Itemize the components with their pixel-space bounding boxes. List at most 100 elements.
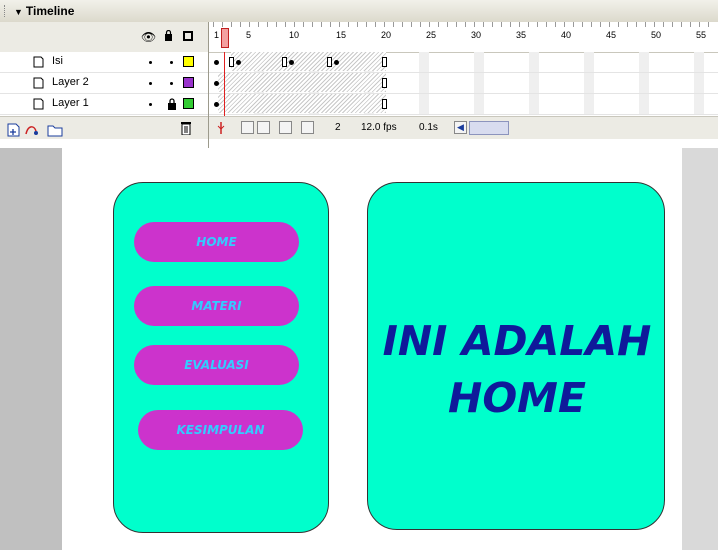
ruler-label: 15 (336, 30, 347, 40)
panel-grip[interactable] (4, 5, 7, 17)
ruler-tick (474, 22, 475, 27)
outline-color-swatch[interactable] (183, 77, 194, 88)
horizontal-scrollbar-thumb[interactable] (469, 121, 509, 135)
ruler-tick (384, 22, 385, 27)
materi-button[interactable]: MATERI (134, 286, 299, 326)
center-frame-icon[interactable] (215, 121, 227, 135)
ruler-tick (465, 22, 466, 27)
blank-keyframe[interactable] (282, 57, 287, 67)
ruler-tick (663, 22, 664, 27)
ruler-tick (402, 22, 403, 27)
ruler-tick (555, 22, 556, 27)
keyframe[interactable] (289, 60, 294, 65)
outline-color-swatch[interactable] (183, 98, 194, 109)
layer-row-layer-1[interactable]: Layer 1 (0, 94, 208, 115)
ruler-tick (681, 22, 682, 27)
collapse-triangle-icon[interactable]: ▼ (14, 7, 23, 17)
ruler-tick (393, 22, 394, 27)
visibility-dot[interactable] (149, 61, 152, 64)
ruler-label: 50 (651, 30, 662, 40)
outline-color-swatch[interactable] (183, 56, 194, 67)
ruler-tick (627, 22, 628, 27)
keyframe[interactable] (236, 60, 241, 65)
ruler-tick (222, 22, 223, 27)
frame-row-layer-1[interactable] (209, 94, 718, 115)
ruler-label: 20 (381, 30, 392, 40)
content-panel[interactable]: INI ADALAH HOME (367, 182, 665, 530)
layer-row-layer-2[interactable]: Layer 2 (0, 73, 208, 94)
modify-onion-markers-icon[interactable] (301, 121, 314, 134)
ruler-tick (564, 22, 565, 27)
timeline-panel-header[interactable]: ▼ Timeline (0, 0, 718, 23)
onion-skin-icon[interactable] (241, 121, 254, 134)
kesimpulan-button[interactable]: KESIMPULAN (138, 410, 303, 450)
blank-keyframe[interactable] (327, 57, 332, 67)
frame-row-layer-2[interactable] (209, 73, 718, 94)
layer-name[interactable]: Layer 2 (52, 76, 89, 88)
ruler-tick (339, 22, 340, 27)
keyframe[interactable] (334, 60, 339, 65)
ruler-tick (483, 22, 484, 27)
lock-icon[interactable] (164, 30, 173, 41)
ruler-tick (321, 22, 322, 27)
frame-span[interactable] (231, 52, 386, 71)
lock-dot[interactable] (170, 82, 173, 85)
stage-area: HOME MATERI EVALUASI KESIMPULAN INI ADAL… (0, 148, 718, 550)
insert-layer-icon[interactable] (7, 123, 20, 137)
ruler-tick (303, 22, 304, 27)
ruler-tick (591, 22, 592, 27)
ruler-tick (429, 22, 430, 27)
layer-name[interactable]: Isi (52, 55, 63, 67)
motion-guide-icon[interactable] (25, 126, 38, 135)
keyframe[interactable] (214, 60, 219, 65)
folder-icon[interactable] (47, 125, 63, 137)
layers-pane: 👁 Isi Layer 2 Layer 1 (0, 22, 208, 148)
ruler-label: 25 (426, 30, 437, 40)
ruler-tick (456, 22, 457, 27)
ruler-tick (510, 22, 511, 27)
frame-rate[interactable]: 12.0 fps (361, 122, 397, 133)
layer-footer (0, 116, 208, 139)
outline-icon[interactable] (183, 31, 193, 41)
end-frame[interactable] (382, 99, 387, 109)
lock-dot[interactable] (170, 61, 173, 64)
ruler-tick (294, 22, 295, 27)
ruler-tick (582, 22, 583, 27)
end-frame[interactable] (382, 57, 387, 67)
frames-pane[interactable]: 1 5 10 15 20 25 30 35 40 45 50 55 2 12.0… (208, 22, 718, 148)
ruler-tick (258, 22, 259, 27)
frame-span[interactable] (218, 94, 386, 113)
layer-icon (33, 56, 44, 68)
keyframe[interactable] (214, 81, 219, 86)
ruler-tick (285, 22, 286, 27)
lock-icon[interactable] (167, 98, 177, 110)
menu-panel[interactable]: HOME MATERI EVALUASI KESIMPULAN (113, 182, 329, 533)
stage-canvas[interactable]: HOME MATERI EVALUASI KESIMPULAN INI ADAL… (62, 148, 682, 550)
ruler-tick (267, 22, 268, 27)
ruler-tick (690, 22, 691, 27)
trash-icon[interactable] (180, 121, 192, 135)
ruler-tick (438, 22, 439, 27)
ruler-tick (537, 22, 538, 27)
ruler-tick (312, 22, 313, 27)
keyframe[interactable] (214, 102, 219, 107)
end-frame[interactable] (382, 78, 387, 88)
onion-skin-outlines-icon[interactable] (257, 121, 270, 134)
visibility-dot[interactable] (149, 82, 152, 85)
layer-row-isi[interactable]: Isi (0, 52, 208, 73)
frame-span[interactable] (218, 73, 386, 92)
home-button[interactable]: HOME (134, 222, 299, 262)
timeline-title[interactable]: ▼ Timeline (14, 4, 74, 18)
frame-row-isi[interactable] (209, 52, 718, 73)
playhead[interactable] (221, 28, 229, 48)
eye-icon[interactable]: 👁 (141, 30, 156, 44)
layer-tools (7, 123, 63, 137)
ruler-tick (276, 22, 277, 27)
layer-name[interactable]: Layer 1 (52, 97, 89, 109)
frame-ruler[interactable]: 1 5 10 15 20 25 30 35 40 45 50 55 (209, 22, 718, 53)
evaluasi-button[interactable]: EVALUASI (134, 345, 299, 385)
edit-multiple-frames-icon[interactable] (279, 121, 292, 134)
scroll-left-arrow-icon[interactable]: ◀ (454, 121, 467, 134)
blank-keyframe[interactable] (229, 57, 234, 67)
visibility-dot[interactable] (149, 103, 152, 106)
